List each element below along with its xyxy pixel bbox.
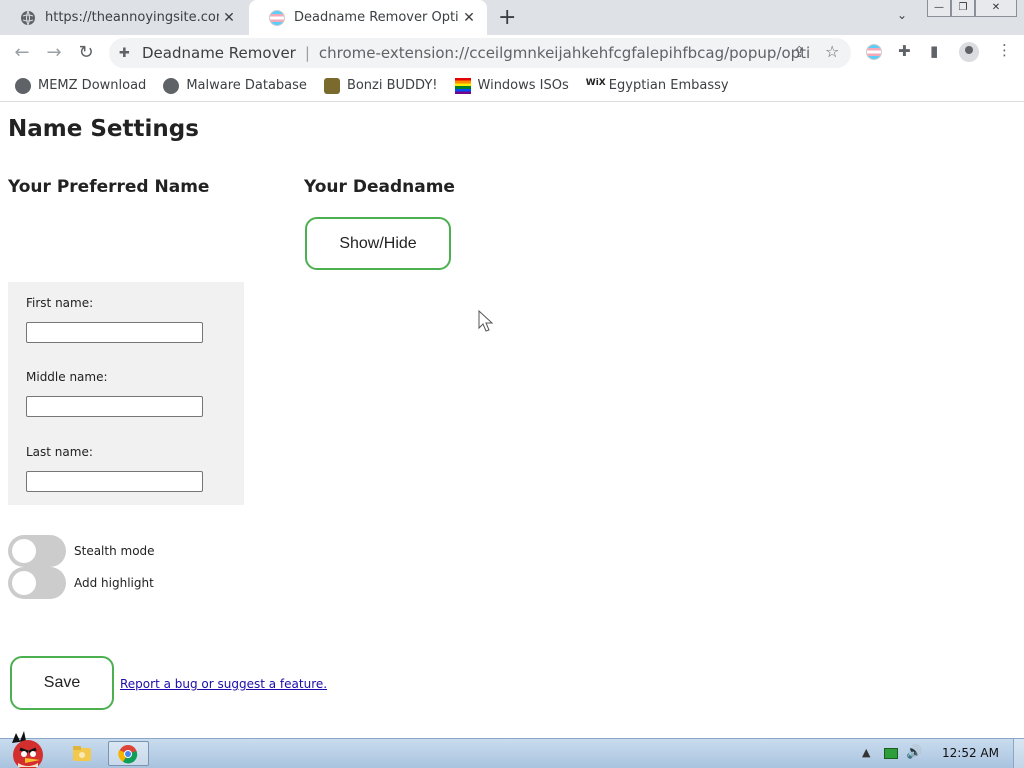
bookmark-label: MEMZ Download bbox=[38, 78, 147, 93]
profile-avatar-icon[interactable] bbox=[959, 42, 979, 62]
stealth-mode-row: Stealth mode bbox=[8, 535, 155, 567]
stealth-mode-label: Stealth mode bbox=[74, 544, 155, 558]
bookmark-label: Malware Database bbox=[186, 78, 307, 93]
report-bug-link[interactable]: Report a bug or suggest a feature. bbox=[120, 677, 327, 691]
bookmark-label: Bonzi BUDDY! bbox=[346, 78, 438, 93]
file-explorer-icon[interactable] bbox=[70, 741, 94, 766]
side-panel-icon[interactable]: ▮ bbox=[930, 42, 938, 60]
bookmark-star-icon[interactable]: ☆ bbox=[825, 42, 839, 61]
deadname-heading: Your Deadname bbox=[304, 177, 455, 197]
separator: | bbox=[304, 44, 310, 62]
restore-button[interactable]: ❐ bbox=[951, 0, 975, 17]
tab-search-button[interactable]: ⌄ bbox=[897, 8, 907, 22]
bookmark-bonzi-buddy[interactable]: Bonzi BUDDY! bbox=[323, 77, 438, 94]
chrome-taskbar-button[interactable] bbox=[108, 741, 149, 766]
tab-title: https://theannoyingsite.com bbox=[45, 10, 219, 25]
first-name-label: First name: bbox=[26, 296, 94, 310]
bookmark-label: Windows ISOs bbox=[477, 78, 569, 93]
globe-icon bbox=[15, 77, 31, 94]
bookmark-egyptian-embassy[interactable]: WiX Egyptian Embassy bbox=[586, 78, 729, 94]
bookmark-memz[interactable]: MEMZ Download bbox=[15, 77, 147, 94]
show-hide-button[interactable]: Show/Hide bbox=[305, 217, 451, 270]
preferred-name-form: First name: Middle name: Last name: bbox=[8, 282, 244, 505]
chrome-icon bbox=[118, 745, 138, 764]
bookmark-label: Egyptian Embassy bbox=[608, 78, 729, 93]
toggle-knob bbox=[12, 539, 36, 563]
volume-icon[interactable]: 🔊 bbox=[906, 745, 922, 760]
menu-kebab-icon[interactable]: ⋮ bbox=[997, 41, 1012, 59]
add-highlight-label: Add highlight bbox=[74, 576, 154, 590]
tray-expand-icon[interactable]: ▲ bbox=[862, 746, 870, 759]
new-tab-button[interactable]: + bbox=[498, 5, 516, 30]
deadname-remover-extension-icon[interactable] bbox=[866, 44, 882, 60]
add-highlight-row: Add highlight bbox=[8, 567, 154, 599]
bookmark-windows-isos[interactable]: Windows ISOs bbox=[454, 77, 569, 94]
address-bar[interactable]: ✚ Deadname Remover | chrome-extension://… bbox=[109, 38, 851, 68]
mouse-cursor-icon bbox=[478, 310, 494, 332]
middle-name-input[interactable] bbox=[26, 396, 203, 417]
preferred-name-heading: Your Preferred Name bbox=[8, 177, 210, 197]
rainbow-flag-icon bbox=[454, 77, 471, 94]
add-highlight-toggle[interactable] bbox=[8, 567, 66, 599]
page-title: Name Settings bbox=[8, 116, 199, 142]
first-name-input[interactable] bbox=[26, 322, 203, 343]
wix-icon: WiX bbox=[585, 77, 606, 88]
globe-icon bbox=[21, 10, 35, 25]
close-window-button[interactable]: ✕ bbox=[975, 0, 1017, 17]
extensions-puzzle-icon[interactable]: ✚ bbox=[898, 42, 911, 60]
extension-icon: ✚ bbox=[119, 45, 130, 61]
tab-strip: https://theannoyingsite.com ✕ Deadname R… bbox=[0, 0, 1024, 35]
show-desktop-button[interactable] bbox=[1013, 739, 1024, 768]
network-icon[interactable] bbox=[884, 748, 898, 759]
site-name: Deadname Remover bbox=[142, 44, 296, 62]
last-name-label: Last name: bbox=[26, 445, 93, 459]
last-name-input[interactable] bbox=[26, 471, 203, 492]
minimize-button[interactable]: — bbox=[927, 0, 951, 17]
tab-theannoyingsite[interactable]: https://theannoyingsite.com ✕ bbox=[0, 0, 247, 35]
save-button[interactable]: Save bbox=[10, 656, 114, 710]
bookmark-malware-database[interactable]: Malware Database bbox=[163, 77, 307, 94]
taskbar: ▲ 🔊 12:52 AM bbox=[0, 731, 1024, 768]
middle-name-label: Middle name: bbox=[26, 370, 108, 384]
forward-button[interactable]: → bbox=[43, 42, 65, 63]
tab-deadname-remover-options[interactable]: Deadname Remover Options ✕ bbox=[249, 0, 487, 35]
back-button[interactable]: ← bbox=[11, 42, 33, 63]
bookmarks-bar: MEMZ Download Malware Database Bonzi BUD… bbox=[0, 70, 1024, 102]
close-tab-icon[interactable]: ✕ bbox=[459, 10, 479, 26]
bonzi-icon bbox=[323, 77, 340, 94]
reload-button[interactable]: ↻ bbox=[75, 42, 97, 63]
toggle-knob bbox=[12, 571, 36, 595]
share-icon[interactable]: ⇪ bbox=[793, 43, 806, 61]
close-tab-icon[interactable]: ✕ bbox=[219, 10, 239, 26]
trans-flag-icon bbox=[269, 9, 285, 26]
window-controls: — ❐ ✕ bbox=[927, 0, 1017, 17]
page-content: Name Settings Your Preferred Name Your D… bbox=[0, 103, 1024, 738]
url-text[interactable]: chrome-extension://cceilgmnkeijahkehfcgf… bbox=[319, 44, 809, 62]
stealth-mode-toggle[interactable] bbox=[8, 535, 66, 567]
angry-bird-start-icon[interactable] bbox=[6, 731, 46, 768]
taskbar-clock[interactable]: 12:52 AM bbox=[942, 746, 999, 760]
tab-title: Deadname Remover Options bbox=[294, 10, 459, 25]
globe-icon bbox=[163, 77, 180, 94]
browser-toolbar: ← → ↻ ✚ Deadname Remover | chrome-extens… bbox=[0, 35, 1024, 70]
